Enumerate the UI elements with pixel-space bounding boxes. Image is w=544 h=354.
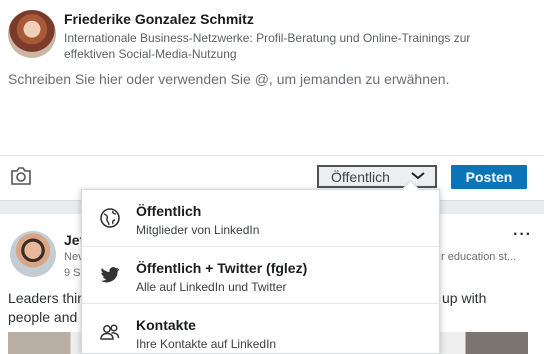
option-subtitle: Alle auf LinkedIn und Twitter [136, 280, 287, 294]
feed-author-headline-end: r education st... [441, 251, 517, 263]
visibility-option-contacts[interactable]: Kontakte Ihre Kontakte auf LinkedIn [82, 304, 439, 354]
camera-icon[interactable] [10, 167, 32, 185]
post-text-input[interactable]: Schreiben Sie hier oder verwenden Sie @,… [8, 71, 449, 87]
contacts-icon [100, 324, 120, 340]
visibility-dropdown-menu: Öffentlich Mitglieder von LinkedIn Öffen… [81, 189, 440, 354]
twitter-icon [101, 267, 119, 283]
feed-post-text-start: Leaders thir [8, 290, 82, 306]
option-subtitle: Mitglieder von LinkedIn [136, 223, 260, 237]
feed-post-time: 9 S [64, 267, 81, 279]
author-name: Friederike Gonzalez Schmitz [64, 11, 254, 27]
option-title: Öffentlich + Twitter (fglez) [136, 260, 308, 276]
chevron-down-icon [411, 172, 425, 180]
feed-post-text-end: up with [442, 290, 487, 306]
post-button[interactable]: Posten [451, 165, 527, 189]
visibility-option-public-twitter[interactable]: Öffentlich + Twitter (fglez) Alle auf Li… [82, 247, 439, 304]
option-title: Öffentlich [136, 203, 202, 219]
feed-author-avatar[interactable] [10, 231, 56, 277]
visibility-option-public[interactable]: Öffentlich Mitglieder von LinkedIn [82, 190, 439, 247]
option-subtitle: Ihre Kontakte auf LinkedIn [136, 337, 277, 351]
author-avatar [8, 10, 56, 58]
option-title: Kontakte [136, 317, 196, 333]
globe-icon [100, 208, 120, 228]
visibility-dropdown-button[interactable]: Öffentlich [317, 165, 437, 188]
more-options-icon[interactable]: ··· [513, 226, 532, 244]
post-composer: Friederike Gonzalez Schmitz Internationa… [0, 0, 544, 201]
visibility-label: Öffentlich [331, 168, 390, 185]
feed-post-text-line2: people and [8, 309, 78, 325]
author-headline: Internationale Business-Netzwerke: Profi… [64, 31, 471, 61]
